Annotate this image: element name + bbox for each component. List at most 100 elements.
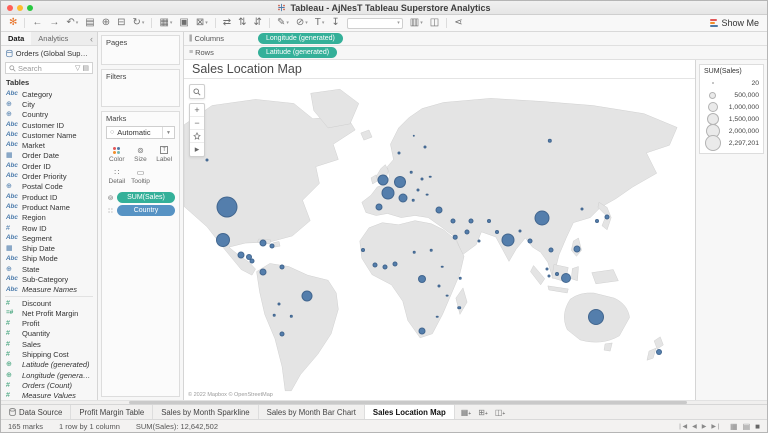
field-order-priority[interactable]: Abc Order Priority [1, 171, 97, 181]
map-mark[interactable] [445, 294, 449, 298]
show-sheet-icon[interactable]: ■ [755, 422, 760, 431]
map-mark[interactable] [417, 274, 426, 283]
pill-sum-sales-[interactable]: SUM(Sales) [117, 192, 175, 203]
map-mark[interactable] [450, 218, 456, 224]
show-filmstrip-icon[interactable]: ▤ [743, 422, 751, 431]
field-net-profit-margin[interactable]: =# Net Profit Margin [1, 308, 97, 318]
columns-shelf[interactable]: ||| Columns Longitude (generated) [184, 32, 767, 46]
replay-icon[interactable]: ↶ ▾ [66, 18, 78, 28]
size-legend[interactable]: SUM(Sales) 20 500,000 1,000,000 1,500,000 2,… [699, 64, 764, 154]
map-mark[interactable] [423, 145, 427, 149]
new-story-tab-button[interactable]: ◫ + [495, 408, 505, 417]
map-mark[interactable] [547, 274, 551, 278]
map-mark[interactable] [412, 199, 415, 202]
field-quantity[interactable]: # Quantity [1, 329, 97, 339]
previous-sheet-icon[interactable]: ◀ [692, 423, 697, 430]
map-mark[interactable] [413, 250, 416, 254]
new-worksheet-tab-button[interactable]: ▦ + [461, 408, 471, 417]
new-data-source-icon[interactable]: ⊕ [102, 18, 110, 28]
map-mark[interactable] [394, 176, 407, 189]
map-mark[interactable] [429, 175, 432, 179]
map-mark[interactable] [425, 193, 429, 196]
map-mark[interactable] [416, 188, 420, 192]
field-profit[interactable]: # Profit [1, 319, 97, 329]
map-mark[interactable] [269, 243, 275, 249]
map-mark[interactable] [382, 264, 388, 270]
map-mark[interactable] [464, 229, 470, 235]
map-search-button[interactable] [190, 85, 204, 98]
map-mark[interactable] [440, 265, 444, 269]
map-mark[interactable] [381, 186, 395, 200]
map-mark[interactable] [279, 264, 285, 270]
field-longitude-generated-[interactable]: ⊕ Longitude (generated) [1, 370, 97, 380]
map-mark[interactable] [249, 258, 255, 264]
map-mark[interactable] [259, 239, 267, 247]
map-mark[interactable] [458, 276, 462, 280]
sheet-tab-sales-location-map[interactable]: Sales Location Map [364, 405, 455, 419]
zoom-button[interactable] [27, 5, 33, 11]
label-button[interactable]: T Label [153, 144, 175, 164]
show-mark-labels-icon[interactable]: T ▾ [315, 18, 325, 28]
map-mark[interactable] [554, 271, 559, 276]
map-mark[interactable] [277, 302, 281, 306]
mark-type-dropdown[interactable]: ○ Automatic ▼ [106, 126, 175, 139]
field-segment[interactable]: Abc Segment [1, 233, 97, 243]
map-mark[interactable] [377, 174, 389, 186]
datasource-row[interactable]: Orders (Global Superstor... [1, 46, 97, 61]
field-discount[interactable]: # Discount [1, 298, 97, 308]
sort-ascending-icon[interactable]: ⇅ [238, 18, 246, 28]
close-button[interactable] [7, 5, 13, 11]
field-order-id[interactable]: Abc Order ID [1, 161, 97, 171]
map-mark[interactable] [420, 177, 424, 180]
map-mark[interactable] [501, 233, 515, 247]
detail-button[interactable]: ∷ Detail [106, 166, 128, 186]
share-icon[interactable]: ⋖ [454, 18, 462, 28]
map-mark[interactable] [518, 229, 522, 233]
filters-shelf[interactable]: Filters [101, 69, 180, 107]
tab-analytics[interactable]: Analytics [31, 32, 75, 45]
map-mark[interactable] [527, 238, 533, 244]
map-mark[interactable] [453, 234, 458, 240]
tableau-logo-icon[interactable]: ✻ [9, 18, 17, 28]
map-mark[interactable] [534, 210, 550, 226]
collapse-pane-button[interactable]: ‹ [86, 34, 97, 44]
paste-icon[interactable]: ⊟ [117, 18, 125, 28]
map-mark[interactable] [279, 331, 285, 337]
map-mark[interactable] [360, 248, 365, 253]
map-mark[interactable] [392, 261, 398, 267]
clear-sheet-icon[interactable]: ⊠ ▾ [196, 18, 208, 28]
map-mark[interactable] [457, 306, 461, 310]
map-zoom-out-button[interactable]: − [190, 117, 204, 130]
sheet-tab-data-source[interactable]: Data Source [1, 405, 72, 419]
field-sub-category[interactable]: Abc Sub-Category [1, 274, 97, 284]
color-button[interactable]: Color [106, 144, 128, 164]
back-icon[interactable]: ← [32, 18, 42, 28]
map-mark[interactable] [560, 273, 571, 284]
field-row-id[interactable]: # Row ID [1, 223, 97, 233]
fix-axes-icon[interactable]: ↧ [331, 18, 339, 28]
field-customer-id[interactable]: Abc Customer ID [1, 120, 97, 130]
highlight-icon[interactable]: ✎ ▾ [277, 18, 289, 28]
save-icon[interactable]: ▤ [85, 18, 94, 28]
map-mark[interactable] [410, 170, 413, 174]
map-pin-button[interactable] [190, 130, 204, 143]
map-mark[interactable] [372, 262, 378, 268]
tooltip-button[interactable]: ▭ Tooltip [130, 166, 152, 186]
scrollbar-thumb[interactable] [129, 401, 687, 404]
field-ship-date[interactable]: ▦ Ship Date [1, 243, 97, 253]
field-customer-name[interactable]: Abc Customer Name [1, 130, 97, 140]
new-worksheet-icon[interactable]: ▦ ▾ [159, 18, 172, 28]
field-shipping-cost[interactable]: # Shipping Cost [1, 349, 97, 359]
field-ship-mode[interactable]: Abc Ship Mode [1, 254, 97, 264]
map-mark[interactable] [272, 313, 276, 317]
map-mark[interactable] [430, 249, 433, 252]
map-mark[interactable] [604, 214, 610, 220]
field-postal-code[interactable]: ⊕ Postal Code [1, 182, 97, 192]
refresh-data-icon[interactable]: ↻ ▾ [133, 18, 145, 28]
pill-country[interactable]: Country [117, 205, 175, 216]
map-mark[interactable] [435, 206, 443, 214]
field-measure-names[interactable]: Abc Measure Names [1, 285, 97, 295]
map-view[interactable]: + − ▸ © 2022 Mapbox © OpenStreetMap [184, 79, 695, 400]
presentation-mode-icon[interactable]: ◫ [430, 18, 439, 28]
minimize-button[interactable] [17, 5, 23, 11]
